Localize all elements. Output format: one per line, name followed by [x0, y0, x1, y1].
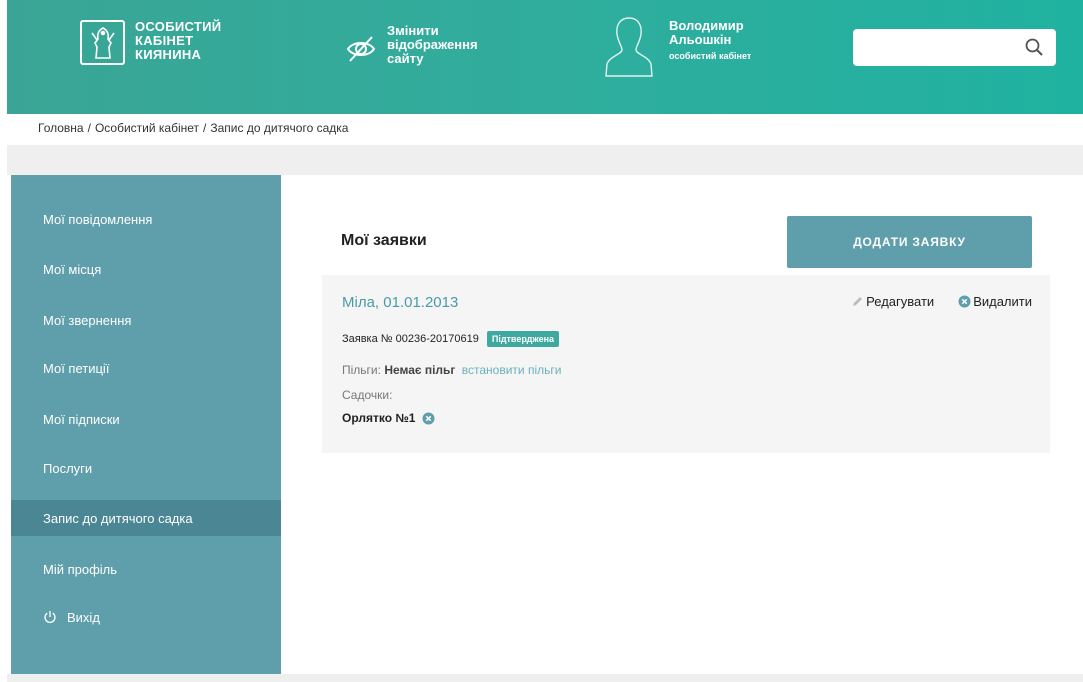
kindergartens-label: Садочки: — [342, 388, 393, 402]
page-title: Мої заявки — [341, 232, 427, 249]
footer-band — [7, 674, 1083, 682]
delete-button[interactable]: Видалити — [958, 294, 1032, 309]
sidebar-item-kindergarten[interactable]: Запис до дитячого садка — [11, 500, 281, 536]
search-icon[interactable] — [1024, 37, 1044, 57]
delete-label: Видалити — [973, 294, 1032, 309]
breadcrumb-current: Запис до дитячого садка — [210, 121, 349, 135]
edit-button[interactable]: Редагувати — [851, 294, 934, 309]
sidebar: Мої повідомлення Мої місця Мої звернення… — [11, 175, 281, 675]
breadcrumb-separator: / — [87, 121, 91, 135]
request-number: Заявка № 00236-20170619 — [342, 333, 479, 345]
breadcrumb-cabinet[interactable]: Особистий кабінет — [95, 121, 199, 135]
user-cabinet-label: особистий кабінет — [669, 51, 752, 61]
breadcrumb-separator: / — [203, 121, 207, 135]
benefits-line: Пільги: Немає пільг встановити пільги — [342, 363, 561, 377]
sidebar-item-label: Запис до дитячого садка — [43, 510, 193, 526]
user-name: Володимир Альошкін — [669, 18, 744, 47]
sidebar-item-logout[interactable]: Вихід — [11, 599, 281, 635]
sidebar-item-label: Мої звернення — [43, 312, 132, 328]
sidebar-item-label: Мій профіль — [43, 561, 118, 577]
kindergarten-item: Орлятко №1 — [342, 411, 435, 425]
sidebar-item-places[interactable]: Мої місця — [11, 251, 281, 287]
sidebar-item-subscriptions[interactable]: Мої підписки — [11, 401, 281, 437]
close-circle-icon — [958, 295, 971, 308]
sidebar-item-label: Мої повідомлення — [43, 211, 153, 227]
pencil-icon — [853, 297, 863, 306]
kindergarten-name: Орлятко №1 — [342, 411, 416, 425]
remove-kindergarten-icon[interactable] — [422, 412, 435, 425]
request-card: Міла, 01.01.2013 Редагувати Видалити Зая… — [322, 275, 1050, 453]
benefits-label: Пільги: — [342, 363, 381, 377]
sidebar-item-petitions[interactable]: Мої петиції — [11, 350, 281, 386]
sidebar-item-label: Послуги — [43, 460, 93, 476]
breadcrumb-home[interactable]: Головна — [38, 121, 84, 135]
request-title[interactable]: Міла, 01.01.2013 — [342, 294, 458, 311]
benefits-value: Немає пільг — [384, 363, 456, 377]
search-input[interactable] — [853, 29, 1013, 66]
site-header: ОСОБИСТИЙ КАБІНЕТ КИЯНИНА Змінити відобр… — [7, 0, 1083, 114]
sidebar-item-label: Мої місця — [43, 261, 102, 277]
sidebar-item-appeals[interactable]: Мої звернення — [11, 302, 281, 338]
kyiv-emblem-icon — [80, 20, 125, 65]
card-actions: Редагувати Видалити — [851, 294, 1032, 309]
user-profile-link[interactable]: Володимир Альошкін особистий кабінет — [604, 14, 789, 78]
breadcrumb: Головна / Особистий кабінет / Запис до дитяч… — [38, 121, 348, 135]
eye-off-icon — [346, 36, 376, 62]
set-benefits-link[interactable]: встановити пільги — [462, 363, 562, 377]
view-switch-button[interactable]: Змінити відображення сайту — [344, 24, 497, 66]
request-number-line: Заявка № 00236-20170619 Підтверджена — [342, 331, 560, 347]
divider-band — [7, 145, 1083, 175]
site-logo[interactable]: ОСОБИСТИЙ КАБІНЕТ КИЯНИНА — [80, 20, 255, 65]
user-avatar-icon — [605, 17, 653, 77]
sidebar-item-profile[interactable]: Мій профіль — [11, 551, 281, 587]
sidebar-item-label: Мої петиції — [43, 360, 110, 376]
status-badge: Підтверджена — [486, 331, 560, 347]
sidebar-item-messages[interactable]: Мої повідомлення — [11, 201, 281, 237]
sidebar-item-label: Вихід — [67, 609, 100, 625]
sidebar-item-label: Мої підписки — [43, 411, 120, 427]
add-request-button[interactable]: ДОДАТИ ЗАЯВКУ — [787, 216, 1032, 268]
power-icon — [44, 611, 56, 623]
view-switch-label: Змінити відображення сайту — [387, 23, 478, 66]
sidebar-item-services[interactable]: Послуги — [11, 450, 281, 486]
search-box — [853, 29, 1056, 66]
edit-label: Редагувати — [866, 294, 935, 309]
logo-text: ОСОБИСТИЙ КАБІНЕТ КИЯНИНА — [135, 19, 222, 62]
